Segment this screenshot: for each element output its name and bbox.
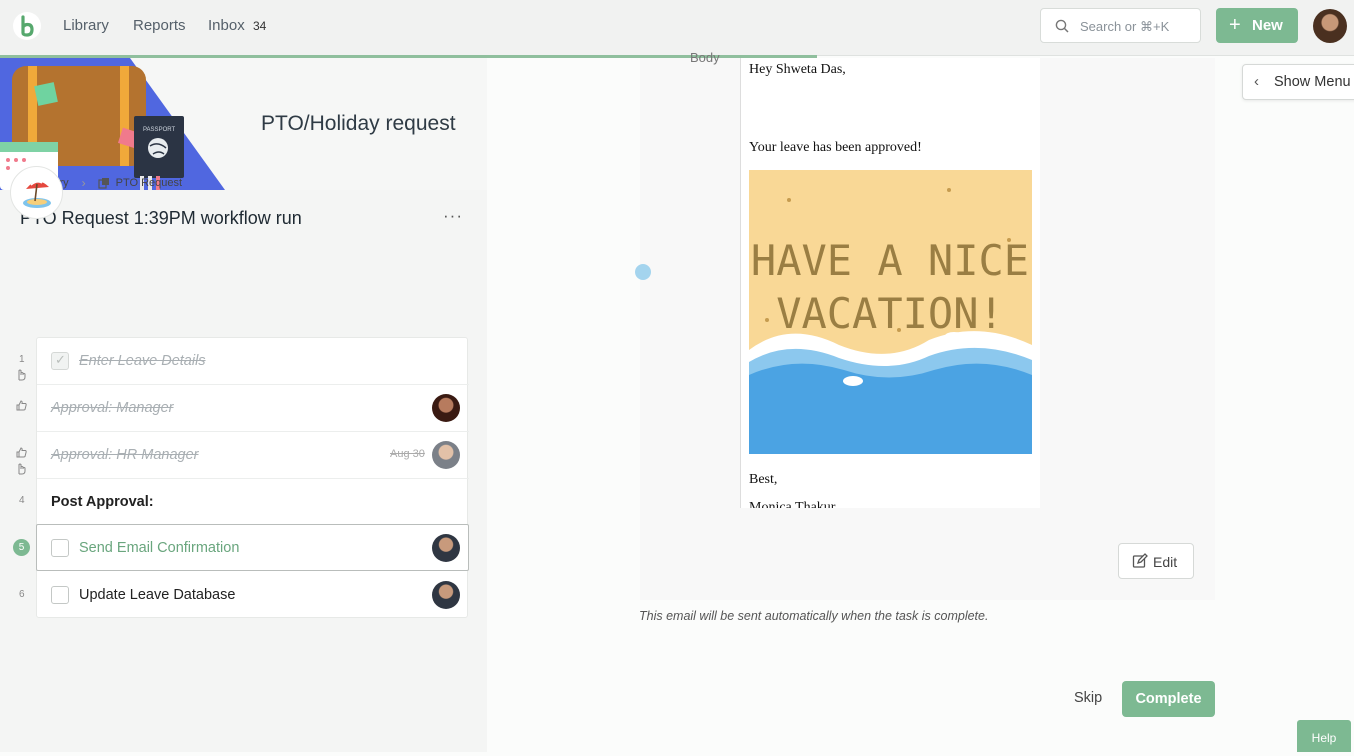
new-button[interactable]: + New (1216, 8, 1298, 43)
email-message: Your leave has been approved! (749, 140, 922, 155)
nav-inbox-link[interactable]: Inbox (208, 17, 245, 34)
app-logo-icon[interactable] (13, 12, 41, 40)
task-section-heading: Post Approval: (37, 479, 469, 526)
task-label: Send Email Confirmation (79, 540, 240, 556)
edit-email-button[interactable]: Edit (1118, 543, 1194, 579)
task-row[interactable]: Approval: Manager (37, 385, 469, 432)
task-row[interactable]: Update Leave Database (37, 572, 469, 619)
beach-umbrella-icon (10, 166, 63, 219)
show-menu-button[interactable]: ‹ Show Menu (1242, 64, 1354, 100)
thumbs-up-icon (16, 400, 27, 414)
search-input[interactable]: Search or ⌘+K (1040, 8, 1201, 43)
complete-button[interactable]: Complete (1122, 681, 1215, 717)
section-heading-label: Post Approval: (51, 494, 154, 510)
manual-hand-icon (16, 463, 27, 478)
task-number: 6 (19, 589, 25, 600)
task-label: Enter Leave Details (79, 353, 206, 369)
help-button[interactable]: Help (1297, 720, 1351, 752)
email-signoff: Best, (749, 472, 778, 487)
image-text-line1: HAVE A NICE (751, 236, 1029, 285)
task-checkbox[interactable] (51, 586, 69, 604)
image-text-line2: VACATION! (776, 289, 1004, 338)
task-list: ✓ Enter Leave Details Approval: Manager … (36, 337, 469, 619)
email-body-label: Body (690, 50, 720, 65)
chevron-left-icon: ‹ (1254, 73, 1259, 90)
email-greeting: Hey Shweta Das, (749, 62, 846, 77)
assignee-avatar[interactable] (432, 441, 460, 469)
task-number: 4 (19, 495, 25, 506)
user-avatar[interactable] (1313, 9, 1347, 43)
task-row[interactable]: Approval: HR Manager Aug 30 (37, 432, 469, 479)
show-menu-label: Show Menu (1274, 74, 1351, 90)
auto-send-note: This email will be sent automatically wh… (639, 609, 989, 623)
breadcrumb-current[interactable]: PTO Request (116, 177, 182, 189)
search-icon (1055, 19, 1069, 33)
edit-button-label: Edit (1153, 554, 1178, 570)
task-row-active[interactable]: Send Email Confirmation (36, 524, 469, 571)
chevron-right-icon: › (81, 176, 86, 190)
cursor-indicator (635, 264, 651, 280)
task-checkbox[interactable] (51, 539, 69, 557)
svg-text:PASSPORT: PASSPORT (143, 127, 175, 133)
more-options-button[interactable]: ··· (443, 206, 463, 226)
manual-hand-icon (16, 369, 27, 384)
task-label: Approval: HR Manager (51, 447, 199, 463)
assignee-avatar[interactable] (432, 394, 460, 422)
assignee-avatar[interactable] (432, 581, 460, 609)
template-copy-icon (98, 178, 109, 189)
plus-icon: + (1229, 14, 1241, 36)
new-button-label: New (1252, 17, 1283, 34)
email-body: Hey Shweta Das, Your leave has been appr… (740, 58, 1040, 508)
inbox-count-badge: 34 (253, 19, 267, 33)
task-number: 1 (19, 354, 25, 365)
checkmark-icon: ✓ (55, 352, 66, 367)
email-signature: Monica Thakur (749, 500, 836, 508)
edit-icon (1132, 553, 1148, 568)
template-title: PTO/Holiday request (261, 112, 456, 135)
task-label: Update Leave Database (79, 587, 236, 603)
top-navigation-bar: Library Reports Inbox 34 Search or ⌘+K +… (0, 0, 1354, 56)
task-due-date: Aug 30 (390, 448, 425, 460)
nav-reports-link[interactable]: Reports (133, 17, 186, 34)
current-task-number: 5 (13, 539, 30, 556)
task-label: Approval: Manager (51, 400, 174, 416)
task-row[interactable]: ✓ Enter Leave Details (37, 338, 469, 385)
search-placeholder: Search or ⌘+K (1080, 19, 1170, 34)
skip-button[interactable]: Skip (1074, 690, 1102, 706)
template-banner: PASSPORT PTO/Holiday request (0, 58, 487, 190)
vacation-image: HAVE A NICE VACATION! (749, 170, 1032, 454)
nav-library-link[interactable]: Library (63, 17, 109, 34)
thumbs-up-icon (16, 447, 27, 461)
assignee-avatar[interactable] (432, 534, 460, 562)
task-checkbox[interactable]: ✓ (51, 352, 69, 370)
